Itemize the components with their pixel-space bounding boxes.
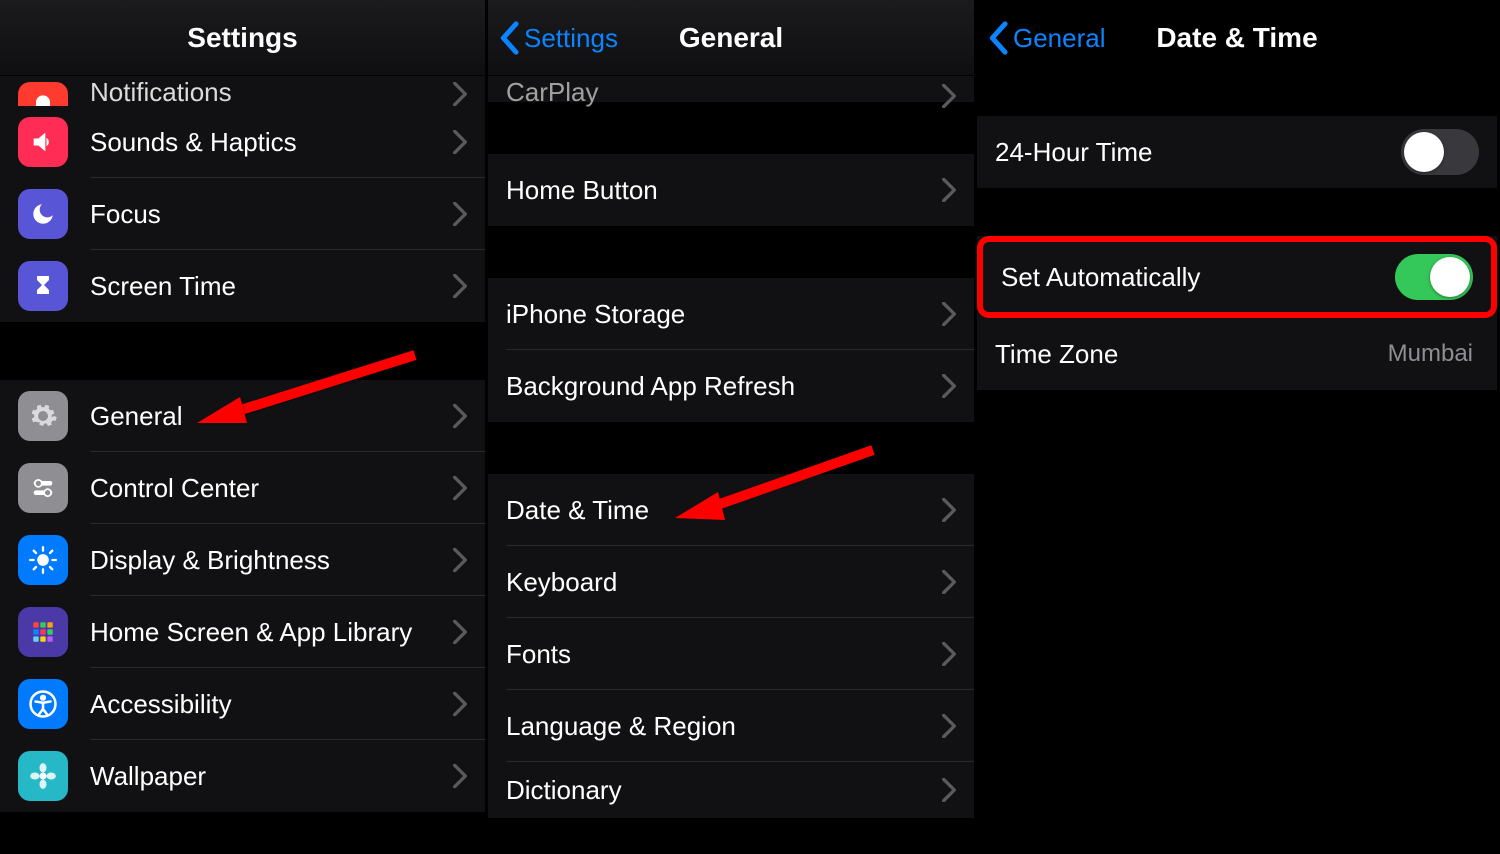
chevron-right-icon — [453, 620, 467, 644]
row-label: Time Zone — [995, 339, 1388, 370]
row-label: Background App Refresh — [506, 371, 942, 402]
chevron-right-icon — [453, 274, 467, 298]
chevron-right-icon — [942, 642, 956, 666]
row-label: Sounds & Haptics — [90, 127, 453, 158]
back-button-general[interactable]: General — [987, 0, 1106, 76]
row-label: Display & Brightness — [90, 545, 453, 576]
row-label: Wallpaper — [90, 761, 453, 792]
row-label: Set Automatically — [1001, 262, 1395, 293]
header-general: Settings General — [488, 0, 974, 76]
toggle-set-automatically[interactable] — [1395, 254, 1473, 300]
sun-icon — [18, 535, 68, 585]
row-general[interactable]: General — [0, 380, 485, 452]
bell-icon — [18, 82, 68, 106]
date-time-panel: General Date & Time 24-Hour Time Set Aut… — [977, 0, 1497, 854]
header-title: General — [679, 22, 783, 54]
header-title: Settings — [187, 22, 297, 54]
row-label: iPhone Storage — [506, 299, 942, 330]
time-zone-value: Mumbai — [1388, 340, 1473, 368]
chevron-right-icon — [453, 476, 467, 500]
header-title: Date & Time — [1156, 22, 1317, 54]
row-screen-time[interactable]: Screen Time — [0, 250, 485, 322]
row-keyboard[interactable]: Keyboard — [488, 546, 974, 618]
row-iphone-storage[interactable]: iPhone Storage — [488, 278, 974, 350]
row-label: Focus — [90, 199, 453, 230]
row-date-time[interactable]: Date & Time — [488, 474, 974, 546]
speaker-icon — [18, 117, 68, 167]
chevron-right-icon — [942, 498, 956, 522]
chevron-right-icon — [942, 302, 956, 326]
chevron-right-icon — [453, 404, 467, 428]
chevron-right-icon — [942, 84, 956, 108]
chevron-right-icon — [453, 548, 467, 572]
header-date-time: General Date & Time — [977, 0, 1497, 76]
row-fonts[interactable]: Fonts — [488, 618, 974, 690]
row-label: 24-Hour Time — [995, 137, 1401, 168]
row-wallpaper[interactable]: Wallpaper — [0, 740, 485, 812]
back-button-settings[interactable]: Settings — [498, 0, 618, 76]
settings-panel: Settings Notifications Sounds & Haptics — [0, 0, 488, 854]
row-label: Home Button — [506, 175, 942, 206]
row-label: CarPlay — [506, 77, 942, 108]
accessibility-icon — [18, 679, 68, 729]
back-label: General — [1013, 23, 1106, 54]
chevron-right-icon — [942, 374, 956, 398]
chevron-right-icon — [453, 202, 467, 226]
row-set-automatically[interactable]: Set Automatically — [977, 236, 1497, 318]
row-label: Accessibility — [90, 689, 453, 720]
row-home-screen[interactable]: Home Screen & App Library — [0, 596, 485, 668]
row-notifications-partial[interactable]: Notifications — [0, 76, 485, 106]
row-accessibility[interactable]: Accessibility — [0, 668, 485, 740]
row-focus[interactable]: Focus — [0, 178, 485, 250]
row-dictionary[interactable]: Dictionary — [488, 762, 974, 818]
row-home-button[interactable]: Home Button — [488, 154, 974, 226]
row-display-brightness[interactable]: Display & Brightness — [0, 524, 485, 596]
row-label: Screen Time — [90, 271, 453, 302]
header-settings: Settings — [0, 0, 485, 76]
row-label: Notifications — [90, 77, 453, 106]
row-label: Home Screen & App Library — [90, 617, 453, 648]
chevron-right-icon — [942, 570, 956, 594]
row-background-app-refresh[interactable]: Background App Refresh — [488, 350, 974, 422]
toggle-24-hour[interactable] — [1401, 129, 1479, 175]
grid-icon — [18, 607, 68, 657]
moon-icon — [18, 189, 68, 239]
row-time-zone[interactable]: Time Zone Mumbai — [977, 318, 1497, 390]
row-label: Dictionary — [506, 775, 942, 806]
row-label: General — [90, 401, 453, 432]
row-label: Keyboard — [506, 567, 942, 598]
row-sounds-haptics[interactable]: Sounds & Haptics — [0, 106, 485, 178]
chevron-right-icon — [453, 764, 467, 788]
row-language-region[interactable]: Language & Region — [488, 690, 974, 762]
row-label: Date & Time — [506, 495, 942, 526]
chevron-right-icon — [942, 714, 956, 738]
chevron-right-icon — [942, 178, 956, 202]
row-24-hour-time[interactable]: 24-Hour Time — [977, 116, 1497, 188]
row-label: Control Center — [90, 473, 453, 504]
hourglass-icon — [18, 261, 68, 311]
general-panel: Settings General CarPlay Home Button iPh… — [488, 0, 977, 854]
back-label: Settings — [524, 23, 618, 54]
row-label: Fonts — [506, 639, 942, 670]
sliders-icon — [18, 463, 68, 513]
chevron-right-icon — [453, 82, 467, 106]
chevron-right-icon — [942, 778, 956, 802]
chevron-right-icon — [453, 692, 467, 716]
row-label: Language & Region — [506, 711, 942, 742]
flower-icon — [18, 751, 68, 801]
row-carplay-partial[interactable]: CarPlay — [488, 76, 974, 102]
gear-icon — [18, 391, 68, 441]
row-control-center[interactable]: Control Center — [0, 452, 485, 524]
chevron-right-icon — [453, 130, 467, 154]
